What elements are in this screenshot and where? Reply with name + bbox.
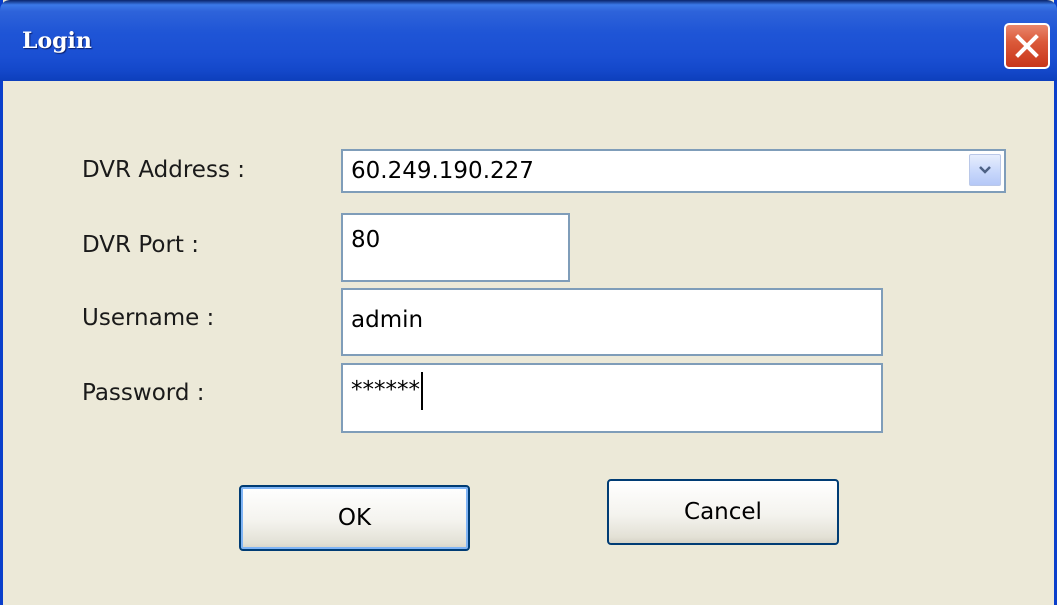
login-dialog: Login DVR Address : 60.249.190.227 DVR P… bbox=[0, 0, 1057, 605]
dropdown-button[interactable] bbox=[969, 154, 1001, 186]
dvr-port-value: 80 bbox=[351, 227, 381, 253]
close-icon bbox=[1015, 34, 1039, 58]
cancel-button[interactable]: Cancel bbox=[607, 479, 839, 545]
window-title: Login bbox=[22, 28, 92, 54]
username-label: Username : bbox=[82, 305, 215, 331]
password-field[interactable]: ****** bbox=[341, 363, 883, 433]
dvr-address-value: 60.249.190.227 bbox=[351, 158, 534, 184]
text-caret bbox=[421, 371, 423, 410]
dvr-port-field[interactable]: 80 bbox=[341, 213, 570, 282]
ok-button[interactable]: OK bbox=[239, 485, 470, 551]
username-field[interactable]: admin bbox=[341, 288, 883, 356]
close-button[interactable] bbox=[1004, 23, 1050, 69]
username-value: admin bbox=[351, 307, 424, 333]
password-value: ****** bbox=[351, 377, 420, 403]
chevron-down-icon bbox=[979, 166, 991, 174]
dvr-address-label: DVR Address : bbox=[82, 157, 245, 183]
dvr-port-label: DVR Port : bbox=[82, 232, 199, 258]
dvr-address-combobox[interactable]: 60.249.190.227 bbox=[341, 149, 1006, 193]
password-label: Password : bbox=[82, 380, 205, 406]
title-bar[interactable]: Login bbox=[0, 0, 1057, 81]
